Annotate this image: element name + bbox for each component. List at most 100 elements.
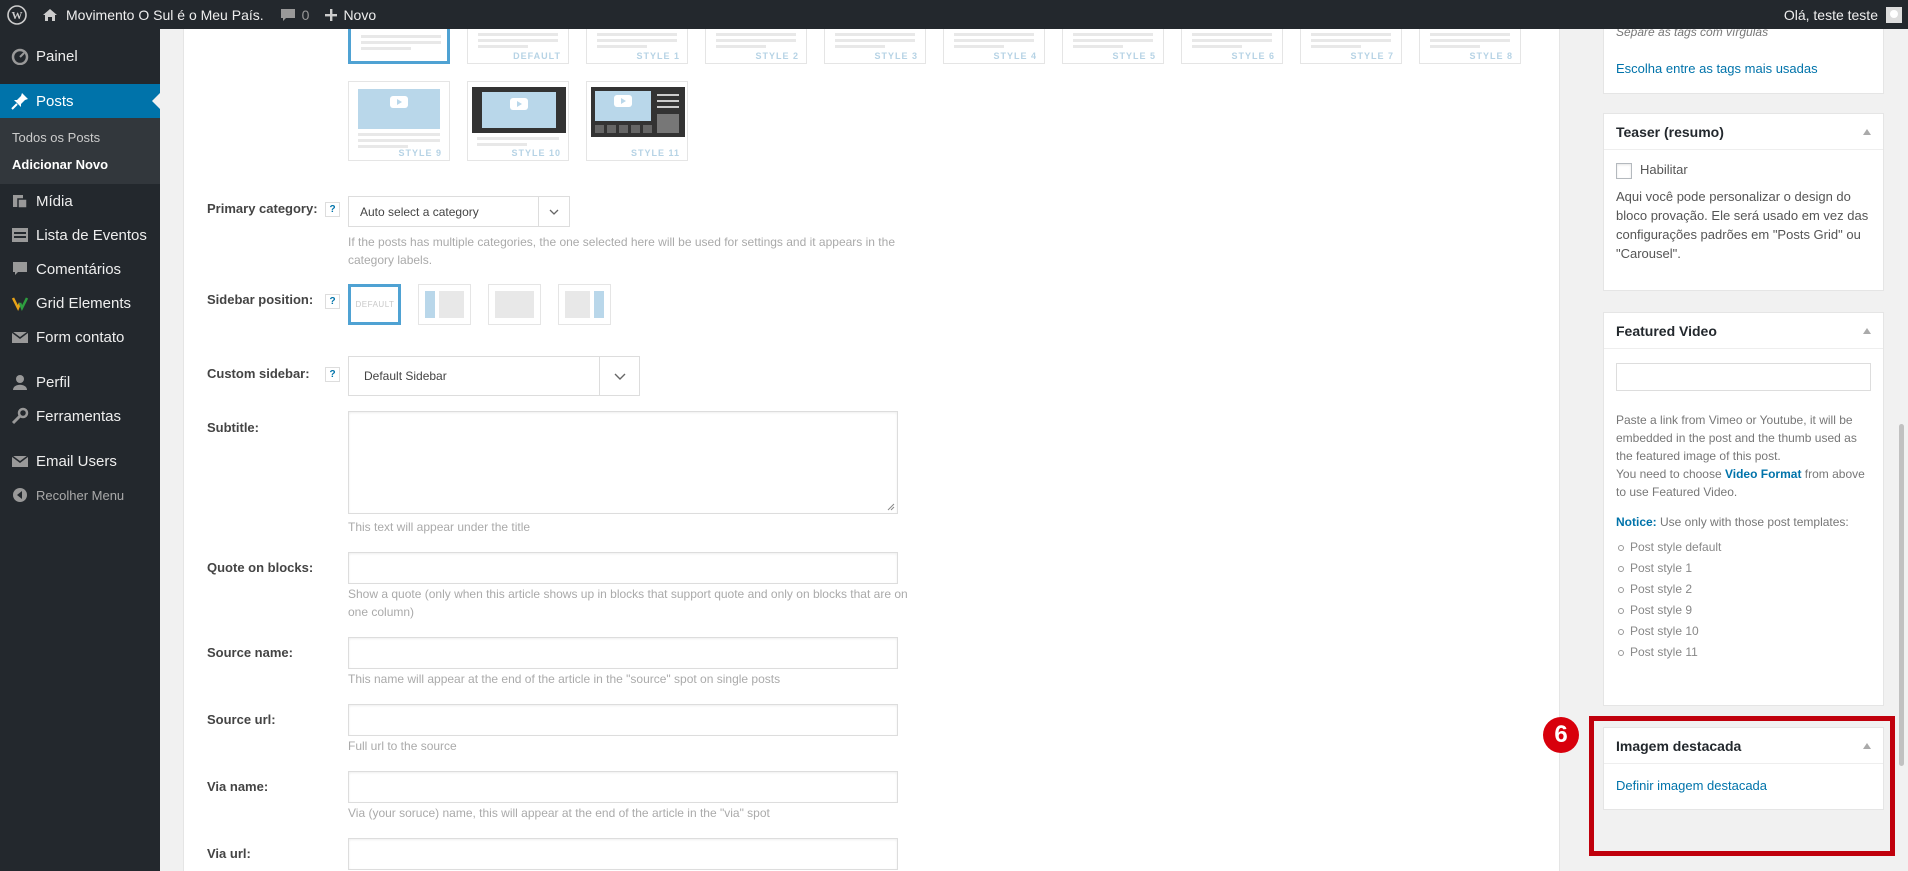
subtitle-description: This text will appear under the title	[348, 520, 531, 534]
sidebar-position-right[interactable]	[558, 284, 611, 325]
menu-item-grid[interactable]: Grid Elements	[0, 286, 160, 320]
menu-label-midia: Mídia	[36, 192, 73, 210]
featured-video-title: Featured Video	[1616, 322, 1717, 339]
post-style-label: STYLE 9	[398, 148, 442, 158]
menu-item-comentarios[interactable]: Comentários	[0, 252, 160, 286]
post-style-label: STYLE 2	[755, 51, 799, 61]
account-menu[interactable]: Olá, teste teste	[1776, 0, 1908, 29]
wordpress-logo-icon[interactable]: W	[0, 0, 34, 29]
via-name-description: Via (your soruce) name, this will appear…	[348, 806, 770, 820]
pin-icon	[10, 91, 30, 111]
sidebar-position-left[interactable]	[418, 284, 471, 325]
sidebar-position-help-icon[interactable]: ?	[325, 294, 340, 309]
post-style-option[interactable]: STYLE 10	[467, 81, 569, 161]
menu-item-midia[interactable]: Mídia	[0, 184, 160, 218]
menu-label-posts: Posts	[36, 92, 74, 110]
avatar	[1886, 6, 1902, 23]
new-content-link[interactable]: Novo	[317, 0, 384, 29]
featured-video-input[interactable]	[1616, 363, 1871, 391]
grid-elements-icon	[10, 293, 30, 313]
source-name-description: This name will appear at the end of the …	[348, 672, 781, 686]
source-name-input[interactable]	[348, 637, 898, 669]
submenu-item-all-posts[interactable]: Todos os Posts	[0, 124, 160, 151]
menu-item-posts[interactable]: Posts	[0, 84, 160, 118]
sidebar-position-none[interactable]	[488, 284, 541, 325]
resize-handle-icon[interactable]	[887, 503, 895, 511]
primary-category-description: If the posts has multiple categories, th…	[348, 235, 895, 267]
menu-label-email-users: Email Users	[36, 452, 117, 470]
post-style-option[interactable]: STYLE 9	[348, 81, 450, 161]
teaser-title: Teaser (resumo)	[1616, 123, 1724, 140]
post-style-label: STYLE 5	[1112, 51, 1156, 61]
admin-menu: Painel Posts Todos os Posts Adicionar No…	[0, 29, 160, 871]
submenu-label-all-posts: Todos os Posts	[12, 130, 101, 145]
source-url-label: Source url:	[207, 712, 276, 727]
quote-description: Show a quote (only when this article sho…	[348, 587, 908, 619]
page-scrollbar[interactable]	[1896, 29, 1908, 871]
via-url-input[interactable]	[348, 838, 898, 870]
featured-video-header[interactable]: Featured Video	[1604, 313, 1883, 349]
source-url-description: Full url to the source	[348, 739, 457, 753]
site-name: Movimento O Sul é o Meu País.	[66, 6, 264, 23]
subtitle-textarea[interactable]	[348, 411, 898, 514]
collapse-menu-button[interactable]: Recolher Menu	[0, 478, 160, 512]
collapse-toggle-icon[interactable]	[1863, 328, 1871, 334]
scrollbar-thumb[interactable]	[1899, 424, 1904, 766]
submenu-item-add-new[interactable]: Adicionar Novo	[0, 151, 160, 178]
source-url-input[interactable]	[348, 704, 898, 736]
envelope-icon	[10, 451, 30, 471]
post-style-option[interactable]: STYLE 11	[586, 81, 688, 161]
primary-category-help-icon[interactable]: ?	[325, 202, 340, 217]
menu-item-form[interactable]: Form contato	[0, 320, 160, 354]
video-format-link[interactable]: Video Format	[1725, 467, 1801, 481]
submenu-label-add-new: Adicionar Novo	[12, 157, 109, 172]
via-name-label: Via name:	[207, 779, 269, 794]
custom-sidebar-select[interactable]: Default Sidebar	[348, 356, 640, 396]
new-label: Novo	[343, 6, 377, 23]
site-name-link[interactable]: Movimento O Sul é o Meu País.	[34, 0, 272, 29]
menu-item-perfil[interactable]: Perfil	[0, 365, 160, 399]
post-style-label: STYLE 3	[874, 51, 918, 61]
menu-item-ferramentas[interactable]: Ferramentas	[0, 399, 160, 433]
wrench-icon	[10, 406, 30, 426]
post-style-label: STYLE 6	[1231, 51, 1275, 61]
admin-bar: W Movimento O Sul é o Meu País. 0 Novo O…	[0, 0, 1908, 29]
sidebar-position-default[interactable]: DEFAULT	[348, 284, 401, 325]
highlight-annotation-box	[1589, 716, 1895, 856]
primary-category-select[interactable]: Auto select a category	[348, 196, 570, 227]
menu-item-eventos[interactable]: Lista de Eventos	[0, 218, 160, 252]
collapse-toggle-icon[interactable]	[1863, 129, 1871, 135]
comment-icon	[280, 8, 296, 22]
post-template-item: Post style 2	[1616, 579, 1871, 600]
home-icon	[42, 8, 58, 22]
teaser-description: Aqui você pode personalizar o design do …	[1616, 189, 1869, 261]
via-name-input[interactable]	[348, 771, 898, 803]
post-style-label: STYLE 4	[993, 51, 1037, 61]
primary-category-value: Auto select a category	[360, 204, 479, 219]
teaser-enable-row[interactable]: Habilitar	[1616, 160, 1871, 179]
post-style-label: STYLE 11	[630, 148, 680, 158]
comments-icon	[10, 259, 30, 279]
menu-label-eventos: Lista de Eventos	[36, 226, 147, 244]
quote-input[interactable]	[348, 552, 898, 584]
teaser-metabox: Teaser (resumo) Habilitar Aqui você pode…	[1603, 113, 1884, 291]
comments-link[interactable]: 0	[272, 0, 318, 29]
collapse-arrow-icon	[10, 485, 30, 505]
chevron-down-icon	[538, 197, 569, 226]
menu-label-painel: Painel	[36, 47, 78, 65]
media-icon	[10, 191, 30, 211]
menu-label-perfil: Perfil	[36, 373, 71, 391]
dashboard-icon	[10, 46, 30, 66]
post-style-label: DEFAULT	[513, 51, 561, 61]
featured-video-metabox: Featured Video Paste a link from Vimeo o…	[1603, 312, 1884, 706]
primary-category-label: Primary category:	[207, 201, 318, 216]
post-template-item: Post style 11	[1616, 642, 1871, 663]
menu-item-email-users[interactable]: Email Users	[0, 444, 160, 478]
teaser-header[interactable]: Teaser (resumo)	[1604, 114, 1883, 150]
teaser-enable-checkbox[interactable]	[1616, 162, 1632, 179]
menu-item-painel[interactable]: Painel	[0, 39, 160, 73]
most-used-tags-link[interactable]: Escolha entre as tags mais usadas	[1616, 61, 1818, 76]
featured-video-format-note: You need to choose Video Format from abo…	[1616, 467, 1865, 499]
custom-sidebar-help-icon[interactable]: ?	[325, 367, 340, 382]
quote-label: Quote on blocks:	[207, 560, 314, 575]
